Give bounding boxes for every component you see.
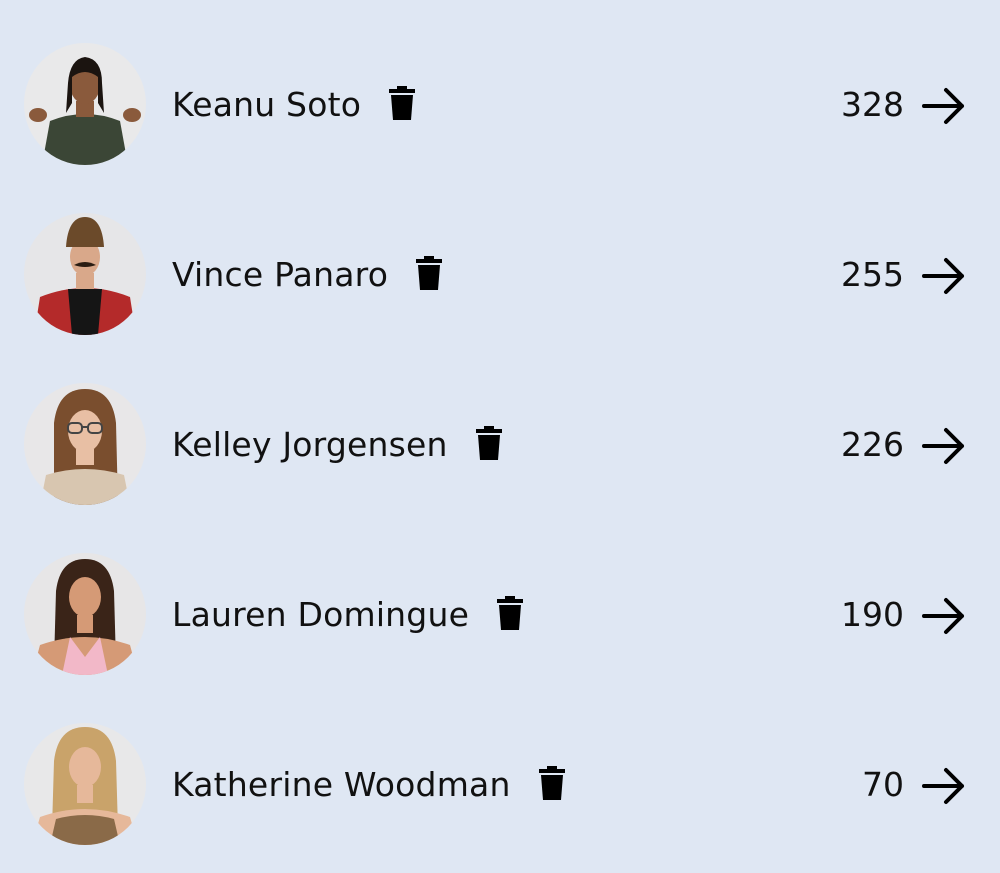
avatar-top bbox=[50, 815, 120, 845]
list-item[interactable]: Vince Panaro 255 bbox=[0, 213, 1000, 383]
contestant-name: Lauren Domingue bbox=[172, 593, 524, 637]
contestant-name-text: Kelley Jorgensen bbox=[172, 425, 448, 464]
avatar bbox=[24, 213, 146, 335]
trash-icon[interactable] bbox=[389, 85, 416, 120]
avatar-neck bbox=[77, 785, 93, 803]
vote-count: 190 bbox=[841, 595, 904, 634]
vote-count: 70 bbox=[862, 765, 904, 804]
contestant-name: Katherine Woodman bbox=[172, 763, 565, 807]
arrow-right-icon[interactable] bbox=[922, 766, 966, 806]
avatar bbox=[24, 553, 146, 675]
arrow-right-icon[interactable] bbox=[922, 86, 966, 126]
avatar-face bbox=[69, 577, 101, 617]
trash-icon[interactable] bbox=[497, 595, 524, 630]
avatar-shirt bbox=[40, 469, 130, 505]
avatar-hand-right bbox=[123, 108, 141, 122]
trash-icon[interactable] bbox=[538, 765, 565, 800]
contestant-list: Keanu Soto 328 Vince Panaro 255 Kelley J… bbox=[0, 0, 1000, 873]
trash-icon[interactable] bbox=[475, 425, 502, 460]
vote-count: 226 bbox=[841, 425, 904, 464]
contestant-name: Vince Panaro bbox=[172, 253, 443, 297]
contestant-name-text: Keanu Soto bbox=[172, 85, 362, 124]
avatar bbox=[24, 383, 146, 505]
contestant-name: Kelley Jorgensen bbox=[172, 423, 502, 467]
arrow-right-icon[interactable] bbox=[922, 426, 966, 466]
avatar-undershirt bbox=[68, 289, 102, 335]
avatar-face bbox=[68, 410, 102, 452]
list-item[interactable]: Katherine Woodman 70 bbox=[0, 723, 1000, 873]
list-item[interactable]: Lauren Domingue 190 bbox=[0, 553, 1000, 723]
contestant-name-text: Katherine Woodman bbox=[172, 765, 511, 804]
avatar-face bbox=[69, 747, 101, 787]
list-item[interactable]: Keanu Soto 328 bbox=[0, 43, 1000, 213]
avatar-neck bbox=[77, 615, 93, 633]
contestant-name-text: Vince Panaro bbox=[172, 255, 389, 294]
arrow-right-icon[interactable] bbox=[922, 256, 966, 296]
avatar bbox=[24, 43, 146, 165]
contestant-name: Keanu Soto bbox=[172, 83, 416, 127]
avatar bbox=[24, 723, 146, 845]
avatar-shirt bbox=[42, 114, 128, 165]
list-item[interactable]: Kelley Jorgensen 226 bbox=[0, 383, 1000, 553]
avatar-hand-left bbox=[29, 108, 47, 122]
contestant-name-text: Lauren Domingue bbox=[172, 595, 470, 634]
vote-count: 328 bbox=[841, 85, 904, 124]
vote-count: 255 bbox=[841, 255, 904, 294]
trash-icon[interactable] bbox=[416, 255, 443, 290]
arrow-right-icon[interactable] bbox=[922, 596, 966, 636]
